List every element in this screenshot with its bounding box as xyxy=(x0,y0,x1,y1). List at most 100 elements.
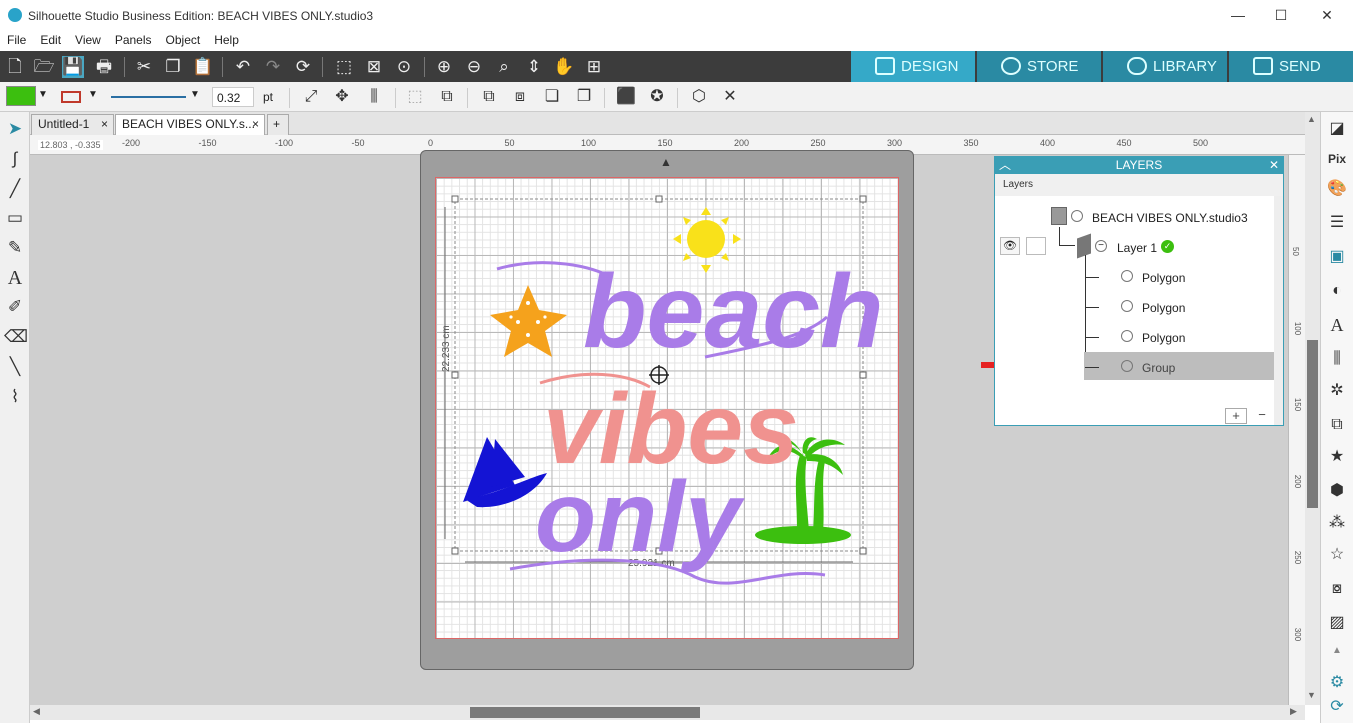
design-artwork[interactable]: 22.233 cm 25.921 cm beach vibes only xyxy=(435,177,899,639)
text-tool-icon[interactable]: A xyxy=(4,267,26,289)
line-color-swatch[interactable] xyxy=(61,91,81,103)
zoom-in-icon[interactable]: ⊕ xyxy=(433,56,455,78)
transform-icon[interactable]: ✲ xyxy=(1326,380,1348,402)
new-tab-button[interactable]: + xyxy=(267,114,289,135)
fill-dropdown-icon[interactable]: ▼ xyxy=(38,89,48,100)
layer-document-name[interactable]: BEACH VIBES ONLY.studio3 xyxy=(1092,211,1248,225)
selection-handle[interactable] xyxy=(451,195,459,203)
menu-file[interactable]: File xyxy=(0,31,33,47)
layer-item-polygon[interactable]: Polygon xyxy=(1142,271,1185,285)
star-shape-icon[interactable]: ✪ xyxy=(646,86,668,108)
3d-box-icon[interactable]: ⬡ xyxy=(688,86,710,108)
trace-icon[interactable]: ⁂ xyxy=(1326,512,1348,534)
scroll-left-icon[interactable]: ◀ xyxy=(33,706,40,717)
line-style-preview[interactable] xyxy=(111,96,186,98)
menu-panels[interactable]: Panels xyxy=(108,31,159,47)
bring-to-front-icon[interactable]: ⧉ xyxy=(478,86,500,108)
line-width-input[interactable]: 0.32 xyxy=(212,87,254,107)
fit-to-page-icon[interactable]: ⊞ xyxy=(583,56,605,78)
line-tool-icon[interactable]: ⤢ xyxy=(300,86,322,108)
horizontal-scroll-thumb[interactable] xyxy=(470,707,700,718)
selection-handle[interactable] xyxy=(859,547,867,555)
deselect-icon[interactable]: ⊠ xyxy=(363,56,385,78)
eraser-icon[interactable]: ⌫ xyxy=(4,326,28,348)
layer-1-label[interactable]: Layer 1 xyxy=(1117,241,1157,255)
move-tool-icon[interactable]: ✥ xyxy=(331,86,353,108)
tab-send[interactable]: SEND xyxy=(1229,51,1353,82)
select-all-icon[interactable]: ⬚ xyxy=(333,56,355,78)
scroll-up-icon[interactable]: ▲ xyxy=(1307,114,1316,124)
line-style-dropdown-icon[interactable]: ▼ xyxy=(190,89,200,100)
tab-beach-vibes[interactable]: BEACH VIBES ONLY.s... × xyxy=(115,114,265,135)
eyedropper-icon[interactable]: ⌇ xyxy=(4,386,26,408)
ungroup-icon[interactable]: ⧉ xyxy=(436,86,458,108)
modify-icon[interactable]: ★ xyxy=(1326,446,1348,468)
send-backward-icon[interactable]: ❏ xyxy=(541,86,563,108)
selection-handle[interactable] xyxy=(859,371,867,379)
save-icon[interactable]: 💾 xyxy=(62,56,84,78)
close-panel-icon[interactable]: ✕ xyxy=(1269,157,1279,174)
line-draw-icon[interactable]: ╱ xyxy=(4,178,26,200)
open-folder-icon[interactable]: 🗁 xyxy=(33,56,55,78)
hatch-icon[interactable]: ▨ xyxy=(1326,612,1348,634)
rectangle-icon[interactable]: ▭ xyxy=(4,207,26,229)
collapse-arrow-icon[interactable]: ▲ xyxy=(1326,640,1348,662)
selection-handle[interactable] xyxy=(451,371,459,379)
pixscan-icon[interactable]: Pix xyxy=(1326,148,1348,170)
group-icon[interactable]: ⬚ xyxy=(404,86,426,108)
print-icon[interactable]: 🖶 xyxy=(93,56,115,78)
send-to-back-icon[interactable]: ❐ xyxy=(573,86,595,108)
layer-item-polygon[interactable]: Polygon xyxy=(1142,331,1185,345)
redo-icon[interactable]: ↷ xyxy=(262,56,284,78)
lock-toggle[interactable] xyxy=(1026,237,1046,255)
settings-gear-icon[interactable]: ⚙ xyxy=(1326,672,1348,694)
page-setup-icon[interactable]: ◪ xyxy=(1326,118,1348,140)
sync-icon[interactable]: ⟳ xyxy=(1326,696,1348,718)
text-style-icon[interactable]: A xyxy=(1326,314,1348,336)
fill-panel-icon[interactable]: 🎨 xyxy=(1326,178,1348,200)
layers-scrollbar[interactable] xyxy=(1274,196,1283,425)
layer-item-group-row[interactable] xyxy=(1084,352,1274,380)
transparency-icon[interactable]: ◐ xyxy=(1326,280,1348,302)
beach-text[interactable]: beach xyxy=(583,254,884,370)
redraw-icon[interactable]: ⟳ xyxy=(292,56,314,78)
select-by-color-icon[interactable]: ⊙ xyxy=(393,56,415,78)
tab-untitled-1[interactable]: Untitled-1 × xyxy=(31,114,114,135)
menu-view[interactable]: View xyxy=(68,31,108,47)
tab-store[interactable]: STORE xyxy=(977,51,1101,82)
layers-panel-icon[interactable]: ▣ xyxy=(1326,246,1348,268)
pencil-icon[interactable]: ✎ xyxy=(4,237,26,259)
remove-layer-button[interactable]: − xyxy=(1251,408,1273,424)
fill-color-swatch[interactable] xyxy=(6,86,36,106)
paste-icon[interactable]: 📋 xyxy=(192,56,214,78)
tab-design[interactable]: DESIGN xyxy=(851,51,975,82)
close-tab-icon[interactable]: × xyxy=(101,115,108,134)
shape-fill-icon[interactable]: ⬛ xyxy=(615,86,637,108)
scroll-right-icon[interactable]: ▶ xyxy=(1290,706,1297,717)
visibility-circle[interactable] xyxy=(1071,210,1083,222)
cut-icon[interactable]: ✂ xyxy=(133,56,155,78)
select-arrow-icon[interactable]: ➤ xyxy=(4,118,26,140)
layer-item-polygon[interactable]: Polygon xyxy=(1142,301,1185,315)
minimize-button[interactable]: — xyxy=(1226,4,1250,26)
close-tab-icon[interactable]: × xyxy=(252,115,259,134)
zoom-select-icon[interactable]: ⌕ xyxy=(493,56,515,78)
polygon-visibility-circle[interactable] xyxy=(1121,270,1133,282)
move-arrows-icon[interactable]: ⇕ xyxy=(523,56,545,78)
add-layer-button[interactable]: + xyxy=(1225,408,1247,424)
menu-object[interactable]: Object xyxy=(159,31,208,47)
collapse-panel-icon[interactable]: ︿ xyxy=(999,157,1011,174)
close-window-button[interactable]: ✕ xyxy=(1315,4,1339,26)
polygon-visibility-circle[interactable] xyxy=(1121,330,1133,342)
zoom-out-icon[interactable]: ⊖ xyxy=(463,56,485,78)
menu-help[interactable]: Help xyxy=(207,31,246,47)
offset-icon[interactable]: ⬢ xyxy=(1326,480,1348,502)
edit-points-icon[interactable]: ∫ xyxy=(4,148,26,170)
group-visibility-circle[interactable] xyxy=(1121,360,1133,372)
only-text[interactable]: only xyxy=(535,461,745,573)
selection-handle[interactable] xyxy=(451,547,459,555)
replicate-icon[interactable]: ⧉ xyxy=(1326,414,1348,436)
library-icon[interactable]: ⧇ xyxy=(1326,578,1348,600)
starfish-shape[interactable] xyxy=(490,285,567,357)
scroll-down-icon[interactable]: ▼ xyxy=(1307,690,1316,700)
